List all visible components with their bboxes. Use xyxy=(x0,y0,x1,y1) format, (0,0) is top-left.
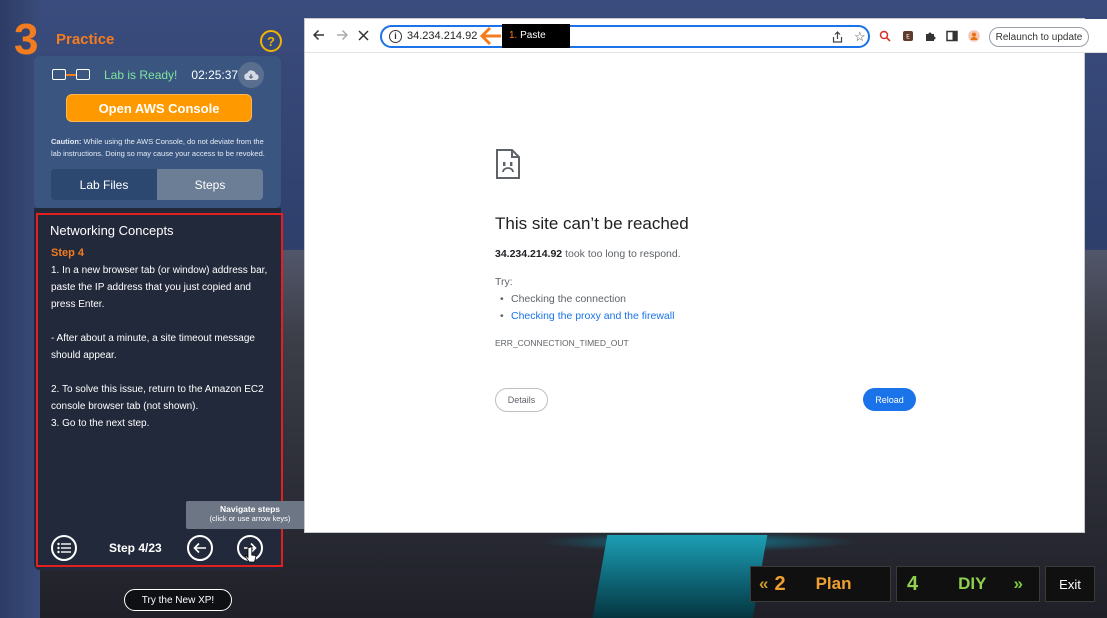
error-host: 34.234.214.92 xyxy=(495,248,563,260)
exit-button[interactable]: Exit xyxy=(1045,566,1095,602)
paste-annotation: 1. Paste xyxy=(502,24,570,48)
extensions-puzzle-icon[interactable] xyxy=(924,30,936,42)
plan-label: Plan xyxy=(815,574,852,593)
back-icon[interactable] xyxy=(312,29,325,43)
reload-button[interactable]: Reload xyxy=(863,388,916,411)
error-code: ERR_CONNECTION_TIMED_OUT xyxy=(495,338,629,348)
caution-message: While using the AWS Console, do not devi… xyxy=(51,137,265,158)
try-new-xp-button[interactable]: Try the New XP! xyxy=(124,589,232,611)
mouse-cursor-icon xyxy=(245,546,257,563)
sad-page-icon xyxy=(496,149,520,179)
lab-status: Lab is Ready! xyxy=(104,68,178,82)
paste-arrow-icon xyxy=(479,26,501,46)
stop-loading-icon[interactable] xyxy=(358,29,369,43)
caution-text: Caution: While using the AWS Console, do… xyxy=(51,136,273,160)
browser-window: i 34.234.214.92 ☆ 1. Paste E Relaunch to… xyxy=(304,18,1107,533)
panel-tabs: Lab Files Steps xyxy=(51,169,263,200)
step-counter: Step 4/23 xyxy=(109,541,162,555)
list-icon xyxy=(57,542,71,554)
instruction-line xyxy=(51,364,273,381)
search-extension-icon[interactable] xyxy=(879,30,891,42)
plan-nav-button[interactable]: « 2 Plan xyxy=(750,566,891,602)
svg-text:E: E xyxy=(906,34,910,41)
tooltip-subtitle: (click or use arrow keys) xyxy=(209,514,291,523)
lab-connection-icon xyxy=(52,68,92,82)
browser-toolbar: i 34.234.214.92 ☆ 1. Paste E Relaunch to… xyxy=(305,19,1107,53)
bookmark-star-icon[interactable]: ☆ xyxy=(854,29,866,45)
open-aws-console-button[interactable]: Open AWS Console xyxy=(66,94,252,122)
practice-step-number: 3 xyxy=(14,15,39,64)
address-url: 34.234.214.92 xyxy=(407,30,478,42)
navigate-steps-tooltip: Navigate steps (click or use arrow keys) xyxy=(186,501,314,529)
instruction-line xyxy=(51,313,273,330)
previous-step-button[interactable] xyxy=(187,535,213,561)
tab-steps[interactable]: Steps xyxy=(157,169,263,200)
extension-badge-icon[interactable]: E xyxy=(902,30,914,42)
cloud-download-icon[interactable] xyxy=(238,62,264,88)
tab-lab-files[interactable]: Lab Files xyxy=(51,169,157,200)
error-detail: 34.234.214.92 took too long to respond. xyxy=(495,248,681,260)
address-bar[interactable]: i 34.234.214.92 ☆ xyxy=(380,25,870,48)
diy-label: DIY xyxy=(958,574,987,593)
background-platform xyxy=(592,535,768,618)
annotation-text: Paste xyxy=(517,30,546,41)
site-info-icon[interactable]: i xyxy=(389,30,402,43)
step-label: Step 4 xyxy=(51,247,85,259)
caution-label: Caution: xyxy=(51,137,82,146)
suggestion-check-connection: Checking the connection xyxy=(500,293,626,305)
forward-icon[interactable] xyxy=(336,29,349,43)
tooltip-title: Navigate steps xyxy=(220,504,280,514)
steps-list-button[interactable] xyxy=(51,535,77,561)
lab-status-row: Lab is Ready! 02:25:37 xyxy=(52,66,266,84)
lab-timer: 02:25:37 xyxy=(191,68,239,82)
step-instructions: 1. In a new browser tab (or window) addr… xyxy=(51,262,273,432)
help-button[interactable]: ? xyxy=(260,30,282,52)
section-title: Networking Concepts xyxy=(50,223,174,238)
instruction-line: - After about a minute, a site timeout m… xyxy=(51,333,255,361)
relaunch-to-update-button[interactable]: Relaunch to update xyxy=(989,27,1089,47)
error-title: This site can’t be reached xyxy=(495,214,689,233)
profile-avatar-icon[interactable] xyxy=(968,30,980,42)
double-chevron-left-icon: « xyxy=(759,574,769,593)
share-icon[interactable] xyxy=(832,31,843,46)
instruction-line: 3. Go to the next step. xyxy=(51,418,150,429)
plan-number: 2 xyxy=(774,572,786,595)
practice-title: Practice xyxy=(56,31,115,48)
side-panel-icon[interactable] xyxy=(946,30,958,42)
try-label: Try: xyxy=(495,276,513,288)
diy-number: 4 xyxy=(907,572,919,595)
details-button[interactable]: Details xyxy=(495,388,548,412)
instruction-line: 2. To solve this issue, return to the Am… xyxy=(51,384,264,412)
instruction-line: 1. In a new browser tab (or window) addr… xyxy=(51,265,268,310)
diy-nav-button[interactable]: 4 DIY » xyxy=(896,566,1040,602)
double-chevron-right-icon: » xyxy=(1013,574,1023,593)
arrow-left-icon xyxy=(193,542,206,554)
suggestion-check-proxy-link[interactable]: Checking the proxy and the firewall xyxy=(500,310,674,322)
error-message: took too long to respond. xyxy=(562,248,681,260)
